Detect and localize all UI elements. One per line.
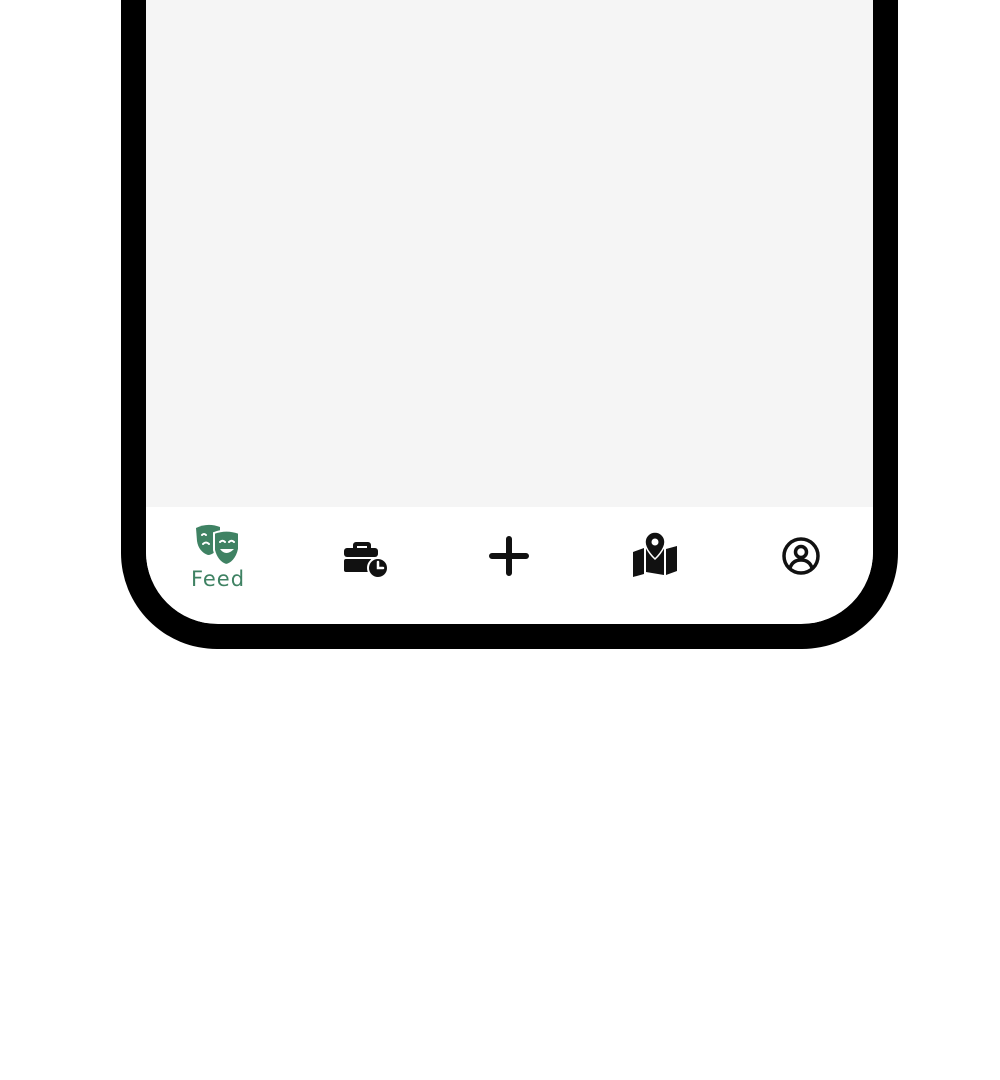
- map-pin-icon: [629, 530, 681, 582]
- phone-screen: Feed: [146, 0, 873, 624]
- tab-add[interactable]: [459, 530, 559, 610]
- plus-icon: [483, 530, 535, 582]
- theater-masks-icon: [192, 517, 244, 569]
- bottom-tab-bar: Feed: [146, 507, 873, 623]
- tab-map[interactable]: [605, 530, 705, 610]
- feed-content-area[interactable]: [146, 0, 873, 507]
- tab-jobs[interactable]: [314, 530, 414, 610]
- briefcase-clock-icon: [338, 530, 390, 582]
- user-circle-icon: [775, 530, 827, 582]
- tab-feed-label: Feed: [190, 567, 246, 591]
- tab-feed[interactable]: Feed: [168, 517, 268, 597]
- phone-frame: Feed: [121, 0, 898, 649]
- tab-profile[interactable]: [751, 530, 851, 610]
